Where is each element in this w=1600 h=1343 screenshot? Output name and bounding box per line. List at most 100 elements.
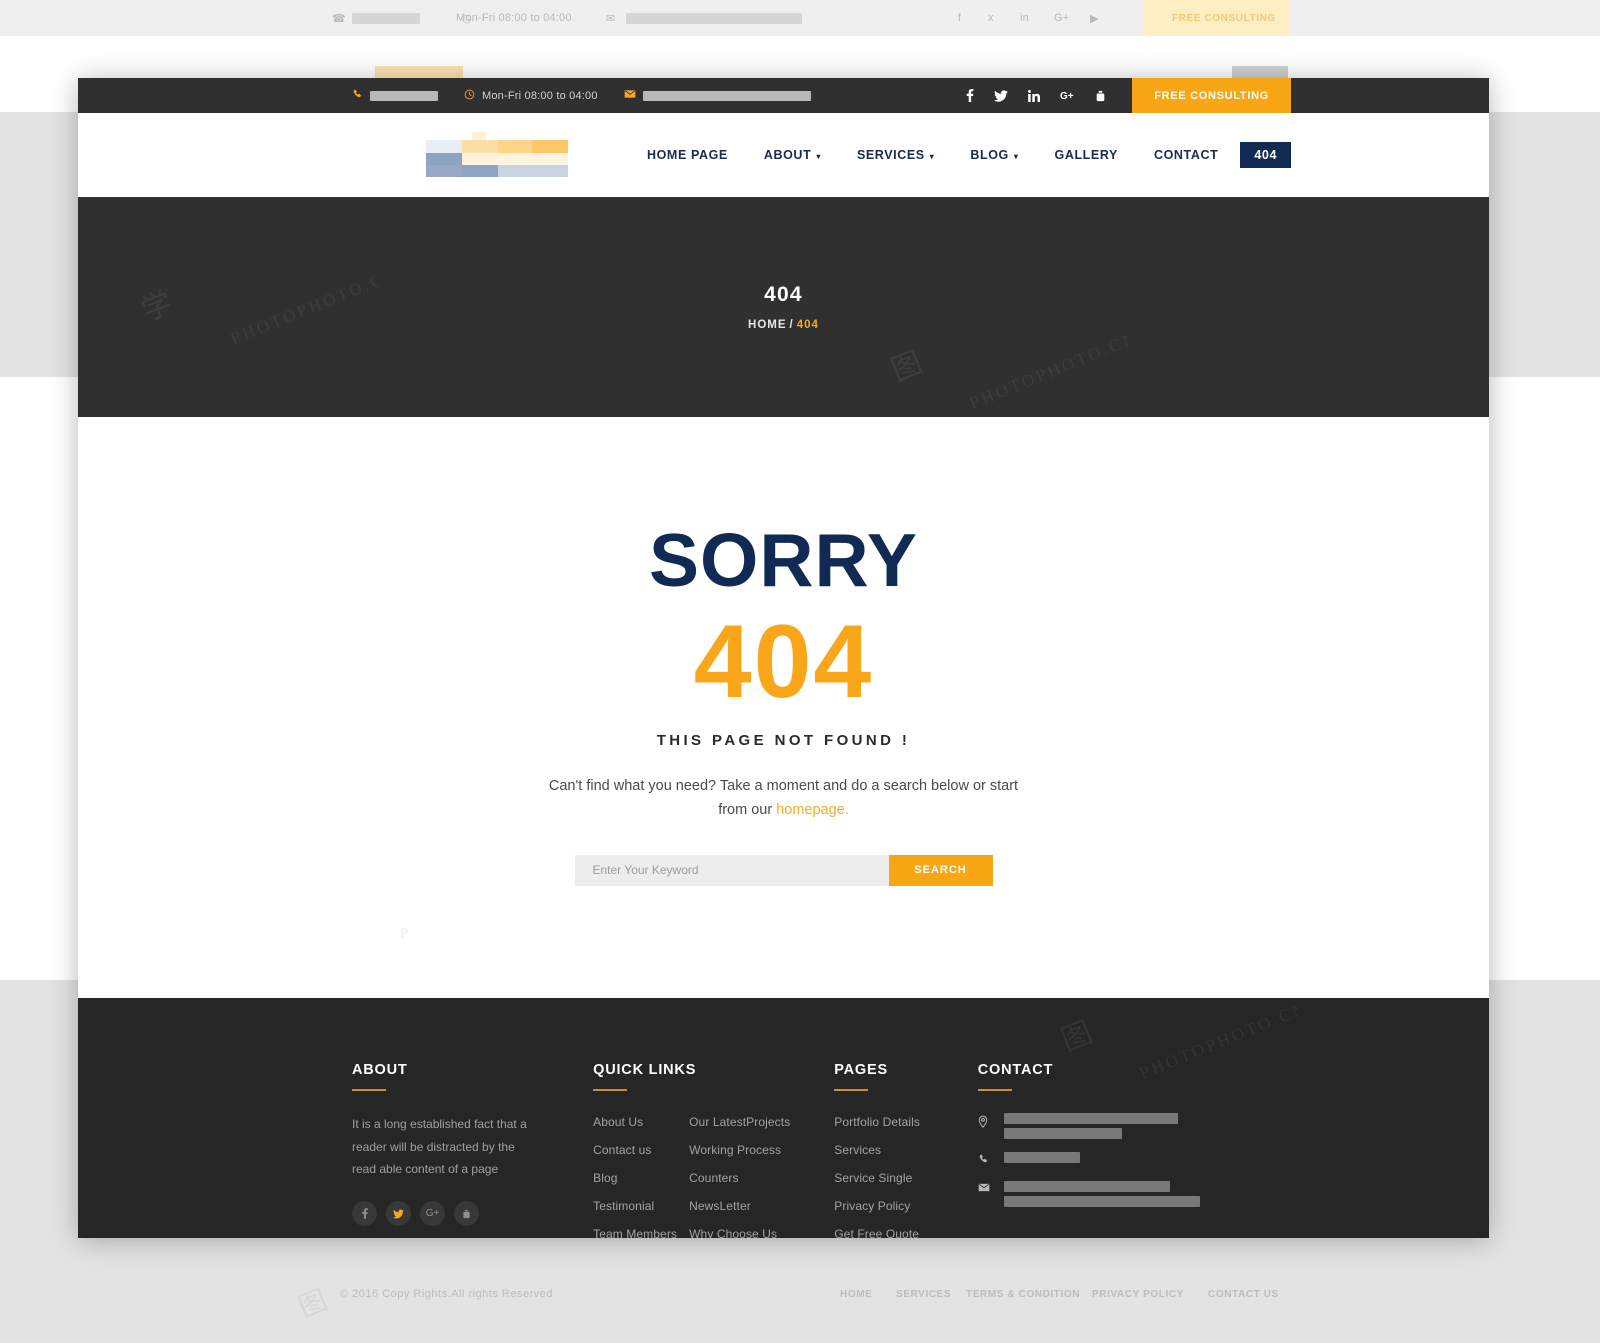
breadcrumb-separator: /	[789, 319, 794, 331]
footer-heading-underline	[352, 1088, 386, 1091]
topbar-info-group: Mon-Fri 08:00 to 04:00	[352, 89, 811, 103]
search-input[interactable]	[574, 854, 889, 886]
google-plus-icon[interactable]: G+	[420, 1201, 445, 1227]
nav-label: HOME PAGE	[646, 148, 728, 162]
quick-link-newsletter[interactable]: NewsLetter	[689, 1199, 751, 1213]
page-link-portfolio-details[interactable]: Portfolio Details	[834, 1115, 920, 1129]
background-bottom-link-terms: TERMS & CONDITION	[966, 1289, 1081, 1300]
list-item: Service Single	[834, 1169, 978, 1187]
facebook-icon[interactable]	[966, 89, 974, 102]
email-value-redacted	[642, 90, 811, 101]
background-copyright: © 2016 Copy Rights.All rights Reserved	[340, 1288, 553, 1300]
quick-link-working-process[interactable]: Working Process	[689, 1143, 781, 1157]
nav-item-about[interactable]: ABOUT ▾	[746, 148, 839, 162]
contact-email-row	[978, 1180, 1217, 1207]
page-title: 404	[764, 283, 803, 306]
list-item: Testimonial	[593, 1197, 689, 1215]
footer-heading-underline	[593, 1088, 628, 1091]
google-plus-icon[interactable]: G+	[1060, 90, 1075, 101]
list-item: Team Members	[593, 1225, 689, 1238]
footer-heading-pages: PAGES	[834, 1061, 888, 1078]
footer-quick-links-grid: About Us Contact us Blog Testimonial Tea…	[593, 1113, 834, 1238]
quick-link-blog[interactable]: Blog	[593, 1171, 617, 1185]
nav-label: SERVICES	[856, 148, 925, 162]
footer-about-text: It is a long established fact that a rea…	[352, 1116, 527, 1177]
list-item: Privacy Policy	[834, 1197, 978, 1215]
phone-icon	[978, 1152, 991, 1168]
background-facebook-icon: f	[958, 12, 962, 24]
nav-item-gallery[interactable]: GALLERY	[1037, 148, 1136, 162]
contact-phone-redacted	[1003, 1151, 1080, 1163]
page-title-banner: 404 HOME/404	[78, 197, 1489, 417]
background-phone-icon: ☎	[332, 13, 346, 25]
linkedin-icon[interactable]	[1028, 89, 1041, 102]
footer-heading-about: ABOUT	[352, 1061, 408, 1078]
list-item: Blog	[593, 1169, 689, 1187]
list-item: NewsLetter	[689, 1197, 790, 1215]
nav-item-home-page[interactable]: HOME PAGE	[629, 148, 746, 162]
background-bottom-link-privacy: PRIVACY POLICY	[1092, 1289, 1184, 1300]
footer-pages-list: Portfolio Details Services Service Singl…	[834, 1113, 978, 1238]
topbar-email[interactable]	[624, 89, 811, 102]
background-bottom-link-contact: CONTACT US	[1208, 1289, 1279, 1300]
error-content: SORRY 404 THIS PAGE NOT FOUND ! Can't fi…	[78, 417, 1489, 998]
breadcrumb-home[interactable]: HOME	[748, 319, 787, 331]
homepage-link[interactable]: homepage.	[776, 802, 849, 818]
page-link-privacy-policy[interactable]: Privacy Policy	[834, 1199, 910, 1213]
search-form: SEARCH	[574, 854, 993, 886]
list-item: Services	[834, 1141, 978, 1159]
youtube-icon[interactable]	[1095, 90, 1106, 102]
footer-quick-links-col2: Our LatestProjects Working Process Count…	[689, 1113, 790, 1238]
footer-columns: ABOUT It is a long established fact that…	[78, 1062, 1489, 1238]
footer-column-pages: PAGES Portfolio Details Services Service…	[834, 1062, 978, 1238]
nav-label: CONTACT	[1153, 148, 1219, 162]
nav-item-blog[interactable]: BLOG ▾	[952, 148, 1036, 162]
background-hours-text: Mon-Fri 08:00 to 04:00	[456, 12, 572, 24]
twitter-icon[interactable]	[994, 89, 1009, 102]
nav-label: GALLERY	[1054, 148, 1118, 162]
footer-column-about: ABOUT It is a long established fact that…	[352, 1062, 593, 1238]
list-item: Working Process	[689, 1141, 790, 1159]
nav-label: ABOUT	[763, 148, 812, 162]
youtube-icon[interactable]	[454, 1201, 479, 1227]
twitter-icon[interactable]	[386, 1201, 411, 1227]
nav-item-contact[interactable]: CONTACT	[1136, 148, 1236, 162]
page-link-services[interactable]: Services	[834, 1143, 881, 1157]
envelope-icon	[624, 89, 636, 102]
captured-page: Mon-Fri 08:00 to 04:00 G+ FREE CONSULTIN…	[78, 78, 1489, 1238]
footer-quick-links-col1: About Us Contact us Blog Testimonial Tea…	[593, 1113, 689, 1238]
quick-link-about-us[interactable]: About Us	[593, 1115, 643, 1129]
footer-heading-contact: CONTACT	[977, 1061, 1054, 1078]
quick-link-why-choose-us[interactable]: Why Choose Us	[689, 1227, 777, 1238]
error-subtitle: THIS PAGE NOT FOUND !	[656, 732, 911, 749]
list-item: Counters	[689, 1169, 790, 1187]
quick-link-contact-us[interactable]: Contact us	[593, 1143, 651, 1157]
quick-link-testimonial[interactable]: Testimonial	[593, 1199, 654, 1213]
svg-text:G+: G+	[1060, 91, 1074, 101]
clock-icon	[464, 89, 475, 103]
breadcrumb-current: 404	[796, 319, 819, 331]
free-consulting-button[interactable]: FREE CONSULTING	[1132, 78, 1291, 113]
nav-label: BLOG	[970, 148, 1009, 162]
search-button[interactable]: SEARCH	[888, 854, 993, 886]
footer-column-contact: CONTACT	[977, 1061, 1217, 1238]
primary-nav: HOME PAGE ABOUT ▾ SERVICES ▾ BLOG ▾ GALLERY…	[629, 113, 1291, 197]
page-link-service-single[interactable]: Service Single	[834, 1171, 912, 1185]
site-logo[interactable]	[426, 132, 568, 178]
list-item: Get Free Quote	[834, 1225, 978, 1238]
list-item: Why Choose Us	[689, 1225, 790, 1238]
nav-item-404[interactable]: 404	[1240, 142, 1291, 168]
sorry-heading: SORRY	[649, 518, 918, 602]
quick-link-our-latest-projects[interactable]: Our LatestProjects	[689, 1115, 790, 1129]
hours-text: Mon-Fri 08:00 to 04:00	[482, 89, 598, 102]
page-link-get-free-quote[interactable]: Get Free Quote	[834, 1227, 919, 1238]
error-code: 404	[693, 604, 874, 720]
facebook-icon[interactable]	[352, 1201, 377, 1227]
quick-link-team-members[interactable]: Team Members	[593, 1227, 677, 1238]
quick-link-counters[interactable]: Counters	[689, 1171, 739, 1185]
background-linkedin-icon: in	[1020, 12, 1029, 24]
utility-topbar: Mon-Fri 08:00 to 04:00 G+ FREE CONSULTIN…	[78, 78, 1489, 113]
topbar-phone[interactable]	[352, 89, 438, 103]
nav-item-services[interactable]: SERVICES ▾	[839, 148, 952, 162]
footer-heading-quick-links: QUICK LINKS	[593, 1061, 697, 1078]
